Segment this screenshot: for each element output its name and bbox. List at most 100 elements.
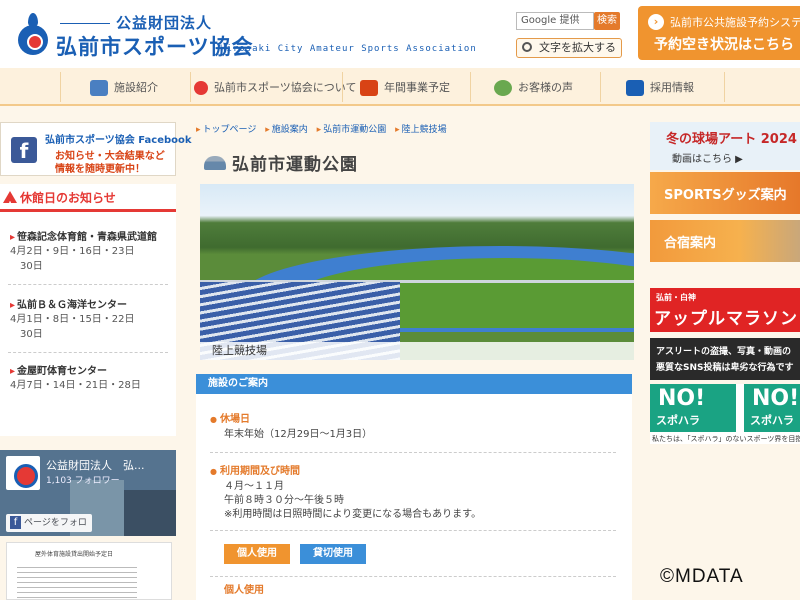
nav-separator: [342, 72, 343, 102]
logo-icon: [194, 81, 208, 95]
closed-days-title: 休館日のお知らせ: [0, 184, 176, 220]
facebook-page-widget[interactable]: 公益財団法人 弘... 1,103 フォロワー ページをフォロー: [0, 450, 176, 536]
no-harassment-box: NO! スポハラ: [744, 384, 800, 432]
closure-facility: 弘前Ｂ＆Ｇ海洋センター: [10, 296, 127, 311]
document-lines: [17, 563, 137, 599]
reservation-banner[interactable]: › 弘前市公共施設予約システム 予約空き状況はこちら: [638, 6, 800, 60]
sports-harassment-label: スポハラ: [656, 414, 700, 427]
document-title: 屋外体育施設貸出開始予定日: [35, 551, 114, 558]
nav-label: 採用情報: [650, 81, 694, 94]
text-zoom-button[interactable]: 文字を拡大する: [516, 38, 622, 58]
no-harassment-caption: 私たちは、「スポハラ」のないスポーツ界を目指します: [652, 435, 800, 443]
closure-divider: [8, 352, 168, 353]
individual-use-label: 個人使用: [224, 585, 264, 596]
closed-text: 年末年始（12月29日～1月3日）: [224, 429, 373, 440]
facebook-icon: f: [11, 137, 37, 163]
closed-days-panel: 休館日のお知らせ 笹森記念体育館・青森県武道館 4月2日・9日・16日・23日 …: [0, 184, 176, 436]
period-hours: 午前８時３０分～午後５時: [224, 495, 344, 506]
closure-divider: [8, 284, 168, 285]
fb-followers: 1,103 フォロワー: [46, 476, 120, 486]
search-button[interactable]: 検索: [594, 12, 620, 30]
nav-separator: [470, 72, 471, 102]
individual-use-button[interactable]: 個人使用: [224, 544, 290, 564]
winter-art-title: 冬の球場アート 2024: [666, 132, 797, 147]
schedule-document-thumbnail[interactable]: 屋外体育施設貸出開始予定日: [6, 542, 172, 600]
nav-label: 年間事業予定: [384, 81, 450, 94]
nav-separator: [600, 72, 601, 102]
nav-item-schedule[interactable]: 年間事業予定: [360, 72, 450, 104]
org-english-name: Hirosaki City Amateur Sports Association: [220, 44, 477, 54]
site-logo-icon[interactable]: [18, 25, 48, 55]
nav-separator: [60, 72, 61, 102]
nav-item-voice[interactable]: お客様の声: [494, 72, 573, 104]
section-divider: [210, 576, 616, 577]
athlete-line2: 悪質なSNS投稿は卑劣な行為です: [656, 363, 794, 373]
closure-days: 4月2日・9日・16日・23日 30日: [10, 246, 135, 272]
stadium-photo: 陸上競技場: [200, 184, 634, 360]
cover-photo: [124, 490, 176, 536]
nav-label: 弘前市スポーツ協会について: [214, 81, 357, 94]
closed-label: 休場日: [210, 410, 250, 425]
apple-marathon-banner[interactable]: 弘前・白神 アップルマラソン: [650, 288, 800, 332]
org-type: 公益財団法人: [60, 12, 212, 33]
facebook-banner[interactable]: f 弘前市スポーツ協会 Facebook お知らせ・大会結果など 情報を随時更新…: [0, 122, 192, 176]
athlete-protection-banner[interactable]: アスリートの盗撮、写真・動画の 悪質なSNS投稿は卑劣な行為です: [650, 338, 800, 380]
photo-caption: 陸上競技場: [200, 342, 634, 360]
stadium-icon: [204, 156, 226, 170]
breadcrumb-link[interactable]: 施設案内: [265, 125, 308, 135]
closure-facility: 金屋町体育センター: [10, 362, 107, 377]
warning-icon: [3, 191, 17, 220]
winter-art-sub: 動画はこちら ▶: [672, 154, 743, 165]
fb-page-name[interactable]: 公益財団法人 弘...: [46, 457, 145, 473]
nav-item-recruit[interactable]: 採用情報: [626, 72, 694, 104]
training-camp-banner[interactable]: 合宿案内: [650, 220, 800, 262]
period-label: 利用期間及び時間: [210, 462, 300, 477]
breadcrumb-link[interactable]: トップページ: [196, 125, 256, 135]
info-header: 施設のご案内: [196, 374, 632, 394]
closure-days: 4月1日・8日・15日・22日 30日: [10, 314, 135, 340]
period-months: ４月～１１月: [224, 481, 284, 492]
nav-item-about[interactable]: 弘前市スポーツ協会について: [194, 72, 356, 104]
text-zoom-label: 文字を拡大する: [539, 41, 616, 54]
breadcrumb-current: 陸上競技場: [395, 125, 447, 135]
follow-page-button[interactable]: ページをフォロー: [6, 514, 92, 532]
reservation-line1: 弘前市公共施設予約システム: [670, 16, 800, 29]
breadcrumb-link[interactable]: 弘前市運動公園: [317, 125, 387, 135]
page-avatar[interactable]: [6, 456, 40, 490]
private-rental-button[interactable]: 貸切使用: [300, 544, 366, 564]
nav-label: お客様の声: [518, 81, 573, 94]
closure-days: 4月7日・14日・21日・28日: [10, 380, 141, 391]
sports-goods-label: SPORTSグッズ案内: [664, 188, 787, 203]
sports-goods-banner[interactable]: SPORTSグッズ案内: [650, 172, 800, 214]
athlete-line1: アスリートの盗撮、写真・動画の: [656, 347, 792, 357]
building-icon: [90, 80, 108, 96]
main-nav: 施設紹介 弘前市スポーツ協会について 年間事業予定 お客様の声 採用情報: [0, 68, 800, 106]
nav-separator: [190, 72, 191, 102]
magnifier-icon: [522, 42, 532, 52]
no-label: NO!: [658, 386, 706, 411]
calendar-icon: [360, 80, 378, 96]
no-sports-harassment-banner[interactable]: NO! スポハラ NO! スポハラ 私たちは、「スポハラ」のないスポーツ界を目指…: [650, 384, 800, 444]
breadcrumb: トップページ 施設案内 弘前市運動公園 陸上競技場: [196, 122, 636, 136]
no-label: NO!: [752, 386, 800, 411]
site-header: 公益財団法人 弘前市スポーツ協会 Hirosaki City Amateur S…: [0, 0, 800, 68]
watermark: ©MDATA: [660, 566, 744, 587]
apple-marathon-title: アップルマラソン: [654, 309, 798, 329]
nav-item-facilities[interactable]: 施設紹介: [90, 72, 158, 104]
info-body: 休場日 年末年始（12月29日～1月3日） 利用期間及び時間 ４月～１１月 午前…: [196, 394, 632, 600]
chat-icon: [494, 80, 512, 96]
reservation-line2: 予約空き状況はこちら: [654, 37, 794, 53]
no-harassment-box: NO! スポハラ: [650, 384, 736, 432]
fb-banner-line2: 情報を随時更新中！: [55, 164, 145, 175]
period-note: ※利用時間は日照時間により変更になる場合もあります。: [224, 509, 482, 520]
arrow-right-icon: ›: [648, 14, 664, 30]
search-input[interactable]: Google 提供: [516, 12, 594, 30]
people-icon: [626, 80, 644, 96]
apple-marathon-small: 弘前・白神: [656, 293, 696, 302]
section-divider: [210, 530, 616, 531]
winter-art-banner[interactable]: 冬の球場アート 2024 動画はこちら ▶: [650, 122, 800, 170]
sports-harassment-label: スポハラ: [750, 414, 794, 427]
closure-facility: 笹森記念体育館・青森県武道館: [10, 228, 157, 243]
section-divider: [210, 452, 616, 453]
training-camp-label: 合宿案内: [664, 236, 717, 251]
